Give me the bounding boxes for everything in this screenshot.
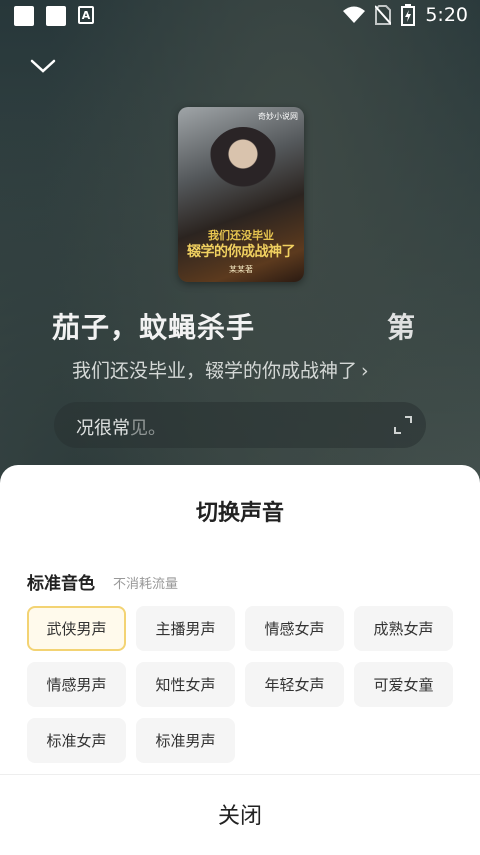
sheet-title: 切换声音 [195, 501, 284, 526]
clock: 5:20 [425, 4, 468, 26]
chevron-down-icon[interactable] [30, 58, 56, 74]
cover-logo: 奇妙小说网 [258, 112, 298, 121]
section-subtitle: 不消耗流量 [113, 577, 179, 592]
font-a-icon: A [78, 6, 94, 24]
current-lyric: 茄子，蚊蝇杀手 [52, 311, 256, 344]
battery-charging-icon [401, 4, 416, 26]
voice-option[interactable]: 年轻女声 [245, 662, 344, 707]
text-preview: 况很常 [76, 418, 130, 439]
voice-option[interactable]: 情感女声 [245, 606, 344, 651]
cover-illustration [208, 127, 278, 217]
voice-option[interactable]: 可爱女童 [354, 662, 453, 707]
voice-option[interactable]: 标准女声 [27, 718, 126, 763]
divider [0, 774, 480, 775]
expand-icon[interactable] [394, 416, 412, 434]
notification-square-icon [14, 6, 34, 26]
voice-option[interactable]: 知性女声 [136, 662, 235, 707]
voice-option[interactable]: 标准男声 [136, 718, 235, 763]
voice-option[interactable]: 武侠男声 [27, 606, 126, 651]
voice-option[interactable]: 主播男声 [136, 606, 235, 651]
status-bar: A 5:20 [0, 0, 480, 34]
voice-option[interactable]: 成熟女声 [354, 606, 453, 651]
cover-title-line2: 辍学的你成战神了 [187, 244, 296, 260]
close-button[interactable]: 关闭 [0, 798, 480, 830]
chevron-right-icon: › [361, 360, 369, 382]
cover-author: 某某著 [229, 265, 253, 274]
text-preview-bar[interactable]: 况很常见。 [54, 402, 426, 448]
no-sim-icon [375, 5, 392, 25]
book-title-link[interactable]: 我们还没毕业，辍学的你成战神了 › [72, 356, 369, 383]
wifi-icon [343, 6, 366, 23]
section-title: 标准音色 [27, 574, 95, 594]
current-lyric-next: 第 [387, 311, 416, 344]
notification-square-icon [46, 6, 66, 26]
book-cover[interactable]: 奇妙小说网 我们还没毕业 辍学的你成战神了 某某著 [178, 107, 304, 282]
voice-switch-sheet: 切换声音 标准音色 不消耗流量 武侠男声 主播男声 情感女声 成熟女声 情感男声… [0, 465, 480, 855]
book-title: 我们还没毕业，辍学的你成战神了 [72, 360, 358, 382]
text-preview-fade: 见。 [130, 418, 166, 439]
voice-option[interactable]: 情感男声 [27, 662, 126, 707]
